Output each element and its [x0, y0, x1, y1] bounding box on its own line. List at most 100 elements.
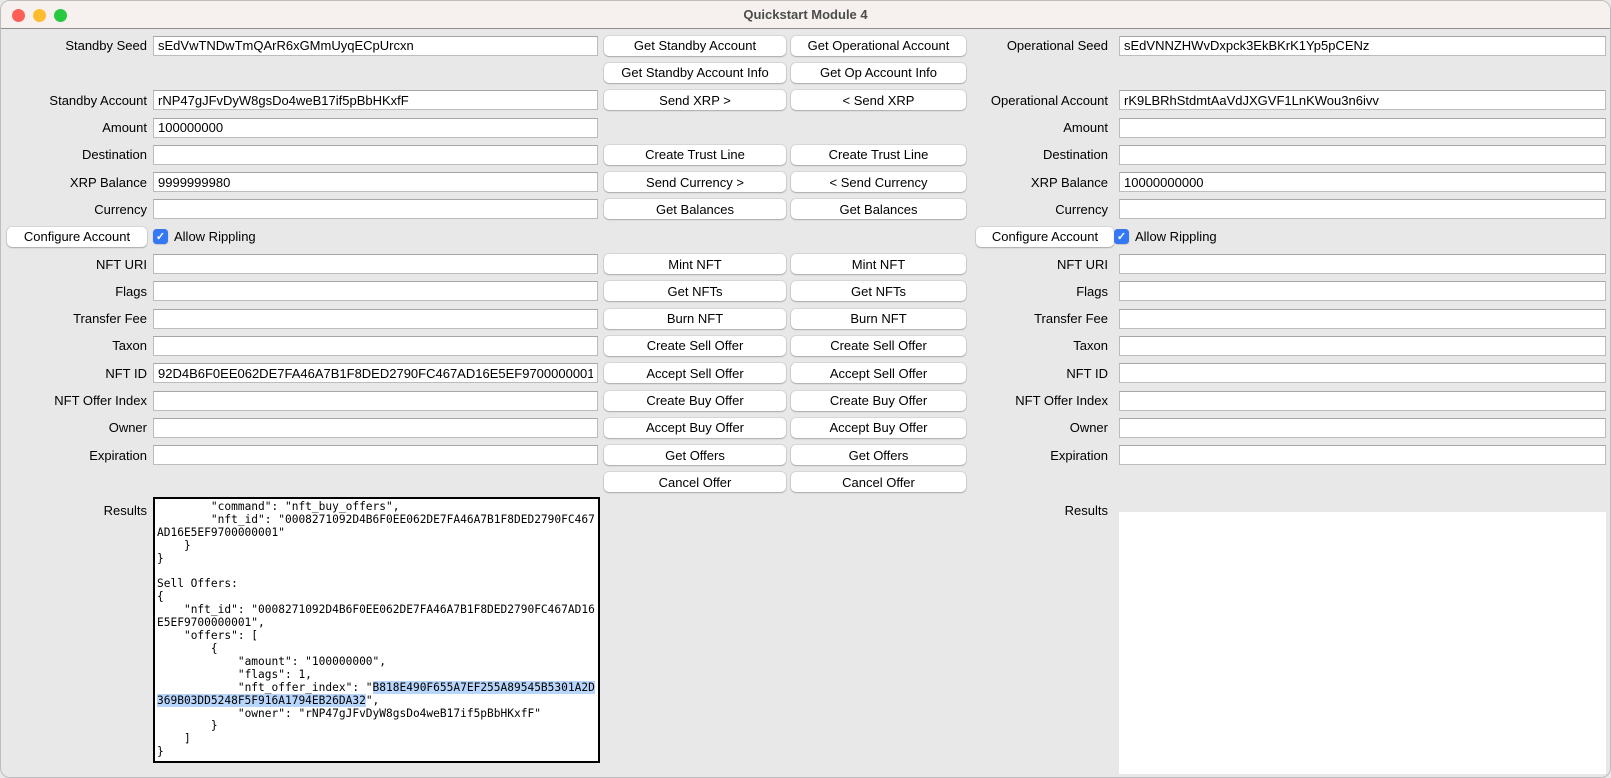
operational-flags-label: Flags	[966, 284, 1114, 299]
operational-expiration-label: Expiration	[966, 448, 1114, 463]
create-buy-offer-op-button[interactable]: Create Buy Offer	[791, 391, 966, 411]
title-bar[interactable]: Quickstart Module 4	[1, 1, 1610, 29]
operational-amount-label: Amount	[966, 120, 1114, 135]
operational-results-textarea[interactable]	[1119, 512, 1606, 774]
standby-account-label: Standby Account	[1, 93, 153, 108]
get-balances-standby-button[interactable]: Get Balances	[604, 199, 786, 219]
standby-results-textarea[interactable]: "command": "nft_buy_offers", "nft_id": "…	[153, 497, 600, 763]
accept-sell-offer-standby-button[interactable]: Accept Sell Offer	[604, 363, 786, 383]
operational-expiration-input[interactable]	[1119, 445, 1606, 465]
standby-flags-label: Flags	[1, 284, 153, 299]
operational-seed-input[interactable]	[1119, 36, 1606, 56]
operational-nft-id-label: NFT ID	[966, 366, 1114, 381]
standby-xrp-balance-label: XRP Balance	[1, 175, 153, 190]
cancel-offer-standby-button[interactable]: Cancel Offer	[604, 472, 786, 492]
accept-buy-offer-op-button[interactable]: Accept Buy Offer	[791, 418, 966, 438]
operational-account-input[interactable]	[1119, 90, 1606, 110]
send-xrp-op-button[interactable]: < Send XRP	[791, 90, 966, 110]
standby-transfer-fee-label: Transfer Fee	[1, 311, 153, 326]
standby-nft-id-label: NFT ID	[1, 366, 153, 381]
allow-rippling-op-label: Allow Rippling	[1135, 229, 1217, 244]
standby-nft-offer-index-label: NFT Offer Index	[1, 393, 153, 408]
standby-owner-label: Owner	[1, 420, 153, 435]
operational-currency-input[interactable]	[1119, 199, 1606, 219]
operational-nft-offer-index-label: NFT Offer Index	[966, 393, 1114, 408]
operational-seed-label: Operational Seed	[966, 38, 1114, 53]
standby-amount-input[interactable]	[153, 118, 598, 138]
standby-nft-uri-label: NFT URI	[1, 257, 153, 272]
create-sell-offer-op-button[interactable]: Create Sell Offer	[791, 336, 966, 356]
configure-account-op-button[interactable]: Configure Account	[976, 227, 1114, 247]
get-nfts-standby-button[interactable]: Get NFTs	[604, 281, 786, 301]
standby-results-label: Results	[1, 497, 153, 774]
standby-expiration-input[interactable]	[153, 445, 598, 465]
mint-nft-op-button[interactable]: Mint NFT	[791, 254, 966, 274]
operational-nft-uri-label: NFT URI	[966, 257, 1114, 272]
create-trust-line-op-button[interactable]: Create Trust Line	[791, 145, 966, 165]
operational-destination-label: Destination	[966, 147, 1114, 162]
allow-rippling-standby-label: Allow Rippling	[174, 229, 256, 244]
get-nfts-op-button[interactable]: Get NFTs	[791, 281, 966, 301]
standby-transfer-fee-input[interactable]	[153, 309, 598, 329]
accept-sell-offer-op-button[interactable]: Accept Sell Offer	[791, 363, 966, 383]
burn-nft-standby-button[interactable]: Burn NFT	[604, 309, 786, 329]
operational-account-label: Operational Account	[966, 93, 1114, 108]
operational-transfer-fee-input[interactable]	[1119, 309, 1606, 329]
operational-nft-id-input[interactable]	[1119, 363, 1606, 383]
configure-account-standby-button[interactable]: Configure Account	[7, 227, 147, 247]
zoom-button[interactable]	[54, 9, 67, 22]
standby-xrp-balance-input[interactable]	[153, 172, 598, 192]
get-standby-account-info-button[interactable]: Get Standby Account Info	[604, 63, 786, 83]
get-offers-op-button[interactable]: Get Offers	[791, 445, 966, 465]
operational-amount-input[interactable]	[1119, 118, 1606, 138]
send-currency-op-button[interactable]: < Send Currency	[791, 172, 966, 192]
operational-destination-input[interactable]	[1119, 145, 1606, 165]
operational-flags-input[interactable]	[1119, 281, 1606, 301]
standby-currency-label: Currency	[1, 202, 153, 217]
operational-xrp-balance-input[interactable]	[1119, 172, 1606, 192]
standby-seed-input[interactable]	[153, 36, 598, 56]
standby-nft-id-input[interactable]	[153, 363, 598, 383]
standby-owner-input[interactable]	[153, 418, 598, 438]
operational-transfer-fee-label: Transfer Fee	[966, 311, 1114, 326]
operational-nft-uri-input[interactable]	[1119, 254, 1606, 274]
mint-nft-standby-button[interactable]: Mint NFT	[604, 254, 786, 274]
get-operational-account-button[interactable]: Get Operational Account	[791, 36, 966, 56]
operational-owner-label: Owner	[966, 420, 1114, 435]
results-section: Results "command": "nft_buy_offers", "nf…	[1, 497, 1610, 774]
standby-nft-offer-index-input[interactable]	[153, 391, 598, 411]
close-button[interactable]	[12, 9, 25, 22]
standby-currency-input[interactable]	[153, 199, 598, 219]
get-balances-op-button[interactable]: Get Balances	[791, 199, 966, 219]
standby-expiration-label: Expiration	[1, 448, 153, 463]
minimize-button[interactable]	[33, 9, 46, 22]
operational-owner-input[interactable]	[1119, 418, 1606, 438]
standby-amount-label: Amount	[1, 120, 153, 135]
burn-nft-op-button[interactable]: Burn NFT	[791, 309, 966, 329]
create-sell-offer-standby-button[interactable]: Create Sell Offer	[604, 336, 786, 356]
send-currency-standby-button[interactable]: Send Currency >	[604, 172, 786, 192]
send-xrp-standby-button[interactable]: Send XRP >	[604, 90, 786, 110]
create-buy-offer-standby-button[interactable]: Create Buy Offer	[604, 391, 786, 411]
standby-destination-label: Destination	[1, 147, 153, 162]
allow-rippling-op-checkbox[interactable]: ✓	[1114, 229, 1129, 244]
standby-nft-uri-input[interactable]	[153, 254, 598, 274]
operational-nft-offer-index-input[interactable]	[1119, 391, 1606, 411]
standby-taxon-label: Taxon	[1, 338, 153, 353]
allow-rippling-standby-checkbox[interactable]: ✓	[153, 229, 168, 244]
window-title: Quickstart Module 4	[743, 7, 867, 22]
operational-taxon-input[interactable]	[1119, 336, 1606, 356]
accept-buy-offer-standby-button[interactable]: Accept Buy Offer	[604, 418, 786, 438]
standby-account-input[interactable]	[153, 90, 598, 110]
standby-flags-input[interactable]	[153, 281, 598, 301]
get-standby-account-button[interactable]: Get Standby Account	[604, 36, 786, 56]
operational-results-label: Results	[966, 497, 1114, 774]
get-op-account-info-button[interactable]: Get Op Account Info	[791, 63, 966, 83]
standby-destination-input[interactable]	[153, 145, 598, 165]
form-grid: Standby Seed Get Standby Account Get Ope…	[1, 29, 1610, 496]
create-trust-line-standby-button[interactable]: Create Trust Line	[604, 145, 786, 165]
get-offers-standby-button[interactable]: Get Offers	[604, 445, 786, 465]
window-controls	[12, 9, 67, 22]
standby-taxon-input[interactable]	[153, 336, 598, 356]
cancel-offer-op-button[interactable]: Cancel Offer	[791, 472, 966, 492]
